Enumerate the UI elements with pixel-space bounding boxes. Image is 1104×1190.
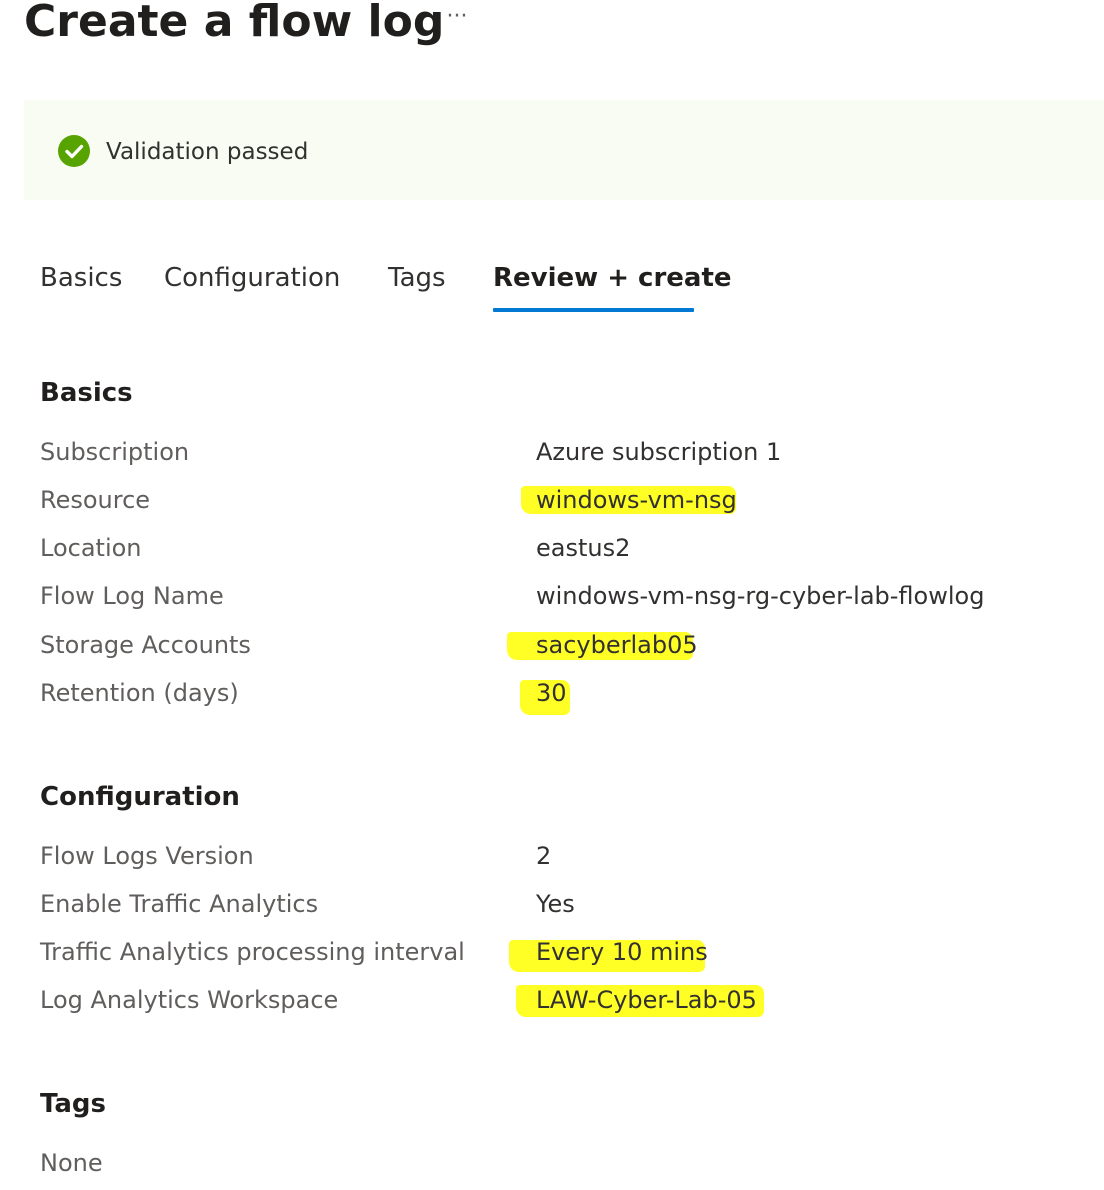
section-title-configuration: Configuration <box>40 782 240 812</box>
label-log-analytics-workspace: Log Analytics Workspace <box>40 986 339 1014</box>
value-flow-logs-version: 2 <box>536 842 552 870</box>
value-log-analytics-workspace: LAW-Cyber-Lab-05 <box>536 986 757 1014</box>
label-location: Location <box>40 534 142 562</box>
tab-review-create[interactable]: Review + create <box>493 258 732 298</box>
section-title-basics: Basics <box>40 378 133 408</box>
value-processing-interval: Every 10 mins <box>536 938 708 966</box>
label-retention: Retention (days) <box>40 679 239 707</box>
tab-configuration[interactable]: Configuration <box>164 258 340 298</box>
page-title: Create a flow log <box>24 0 445 47</box>
label-storage-accounts: Storage Accounts <box>40 631 251 659</box>
label-flow-log-name: Flow Log Name <box>40 582 224 610</box>
validation-banner: Validation passed <box>24 100 1104 200</box>
value-resource: windows-vm-nsg <box>536 486 737 514</box>
label-subscription: Subscription <box>40 438 190 466</box>
value-subscription: Azure subscription 1 <box>536 438 782 466</box>
value-enable-traffic-analytics: Yes <box>536 890 575 918</box>
value-flow-log-name: windows-vm-nsg-rg-cyber-lab-flowlog <box>536 582 985 610</box>
label-resource: Resource <box>40 486 151 514</box>
value-location: eastus2 <box>536 534 631 562</box>
value-storage-accounts: sacyberlab05 <box>536 631 698 659</box>
tab-bar: Basics Configuration Tags Review + creat… <box>0 258 1104 314</box>
check-circle-icon <box>58 135 90 167</box>
label-processing-interval: Traffic Analytics processing interval <box>40 938 465 966</box>
label-flow-logs-version: Flow Logs Version <box>40 842 254 870</box>
section-title-tags: Tags <box>40 1089 107 1119</box>
more-options-button[interactable]: ··· <box>440 2 474 36</box>
active-tab-indicator <box>493 308 694 312</box>
validation-message: Validation passed <box>106 139 309 165</box>
value-tags: None <box>40 1149 103 1177</box>
value-retention: 30 <box>536 679 567 707</box>
tab-tags[interactable]: Tags <box>388 258 446 298</box>
label-enable-traffic-analytics: Enable Traffic Analytics <box>40 890 319 918</box>
tab-basics[interactable]: Basics <box>40 258 122 298</box>
